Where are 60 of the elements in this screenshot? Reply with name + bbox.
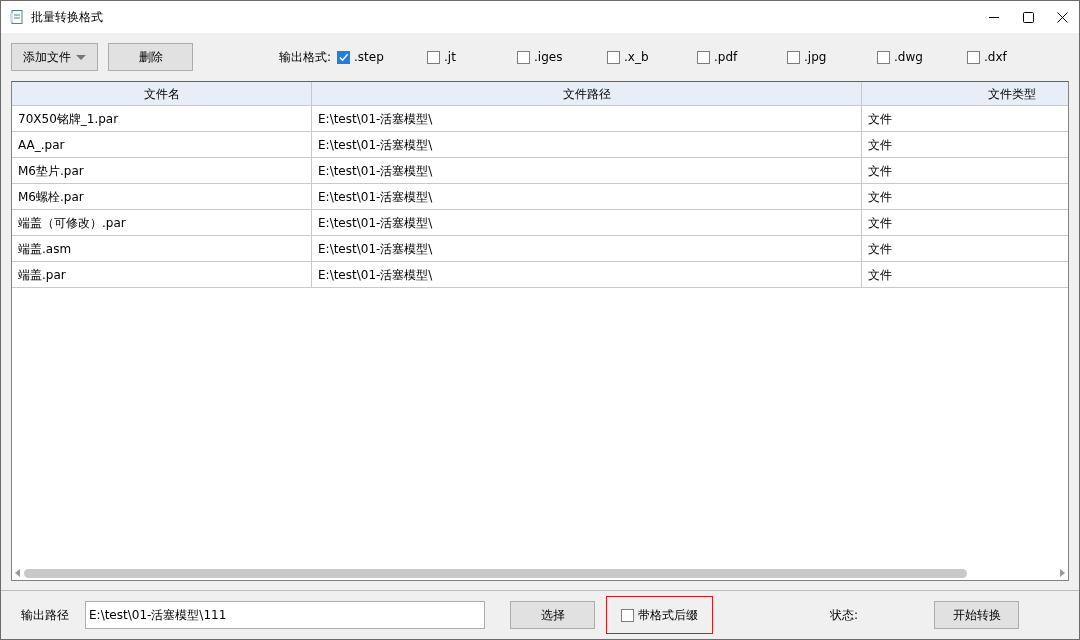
table-cell: E:\test\01-活塞模型\ <box>312 158 862 184</box>
table-cell: 文件 <box>862 236 1068 262</box>
checkbox[interactable] <box>697 50 711 64</box>
table-cell: 70X50铭牌_1.par <box>12 106 312 132</box>
checkbox[interactable] <box>427 50 441 64</box>
output-path-label: 输出路径 <box>21 606 69 624</box>
checkbox[interactable] <box>337 50 351 64</box>
table-cell: E:\test\01-活塞模型\ <box>312 106 862 132</box>
checkbox-label: .jpg <box>804 50 827 64</box>
caret-icon <box>76 54 86 60</box>
maximize-icon <box>1022 11 1034 23</box>
table-cell: 文件 <box>862 106 1068 132</box>
checkbox[interactable] <box>621 608 634 622</box>
scrollbar-thumb[interactable] <box>24 568 967 578</box>
output-path-field[interactable]: E:\test\01-活塞模型\111 <box>85 601 485 629</box>
scroll-right-icon <box>1060 569 1065 577</box>
close-icon <box>1056 11 1068 23</box>
checkbox-label: .x_b <box>624 50 649 64</box>
choose-button[interactable]: 选择 <box>510 601 595 629</box>
checkbox-label: .pdf <box>714 50 738 64</box>
table-cell: AA_.par <box>12 132 312 158</box>
table-cell: E:\test\01-活塞模型\ <box>312 184 862 210</box>
table-cell: 文件 <box>862 132 1068 158</box>
checkbox-label: 带格式后缀 <box>638 606 698 624</box>
table-cell: 文件 <box>862 262 1068 288</box>
checkbox-label: .iges <box>534 50 563 64</box>
table-cell: 端盖（可修改）.par <box>12 210 312 236</box>
checkbox[interactable] <box>787 50 801 64</box>
table-cell: 文件 <box>862 210 1068 236</box>
add-file-button[interactable]: 添加文件 <box>11 43 98 71</box>
checkbox[interactable] <box>967 50 981 64</box>
table-cell: 端盖.asm <box>12 236 312 262</box>
checkbox[interactable] <box>877 50 891 64</box>
table-cell: E:\test\01-活塞模型\ <box>312 236 862 262</box>
table-cell: 文件 <box>862 184 1068 210</box>
horizontal-scrollbar[interactable] <box>12 567 1068 579</box>
status-label: 状态: <box>830 606 859 624</box>
column-header[interactable]: 文件类型 <box>862 82 1068 106</box>
delete-button[interactable]: 删除 <box>108 43 193 71</box>
column-header[interactable]: 文件路径 <box>312 82 862 106</box>
checkmark-icon <box>338 51 350 63</box>
checkbox-label: .dwg <box>894 50 923 64</box>
format-label: 输出格式: <box>279 48 332 66</box>
table-cell: 文件 <box>862 158 1068 184</box>
table-cell: M6垫片.par <box>12 158 312 184</box>
checkbox-label: .step <box>354 50 384 64</box>
app-icon <box>9 9 25 25</box>
checkbox-label: .dxf <box>984 50 1007 64</box>
table-cell: E:\test\01-活塞模型\ <box>312 210 862 236</box>
table-cell: 端盖.par <box>12 262 312 288</box>
checkbox[interactable] <box>607 50 621 64</box>
checkbox[interactable] <box>517 50 531 64</box>
table-cell: E:\test\01-活塞模型\ <box>312 132 862 158</box>
window-title: 批量转换格式 <box>31 8 103 26</box>
table-cell: E:\test\01-活塞模型\ <box>312 262 862 288</box>
column-header[interactable]: 文件名 <box>12 82 312 106</box>
checkbox-label: .jt <box>444 50 456 64</box>
scroll-left-icon <box>15 569 20 577</box>
table-cell: M6螺栓.par <box>12 184 312 210</box>
start-convert-button[interactable]: 开始转换 <box>934 601 1020 629</box>
